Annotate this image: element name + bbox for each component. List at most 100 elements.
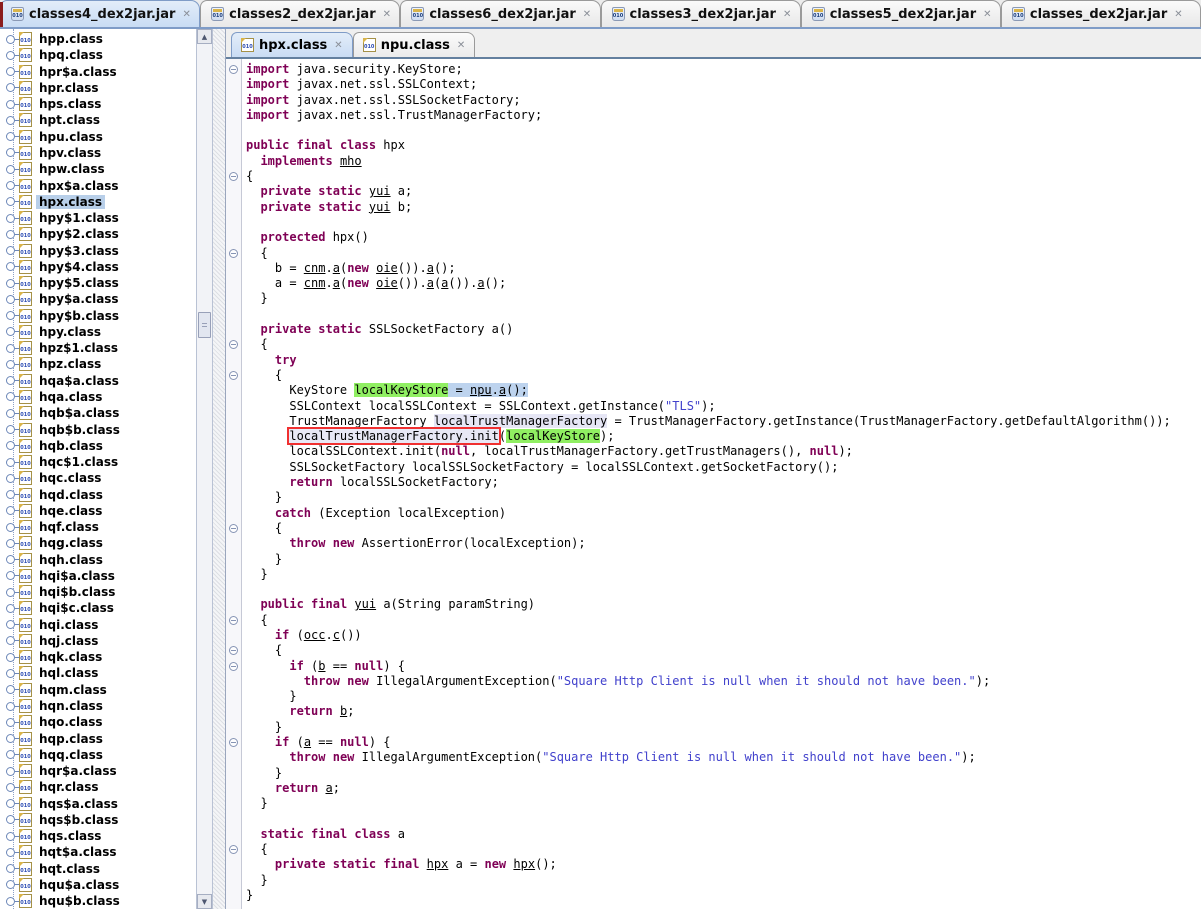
fold-collapse-icon[interactable] (229, 371, 238, 380)
code-link[interactable]: npu (470, 383, 492, 397)
tree-expander-icon[interactable] (6, 718, 15, 727)
code-link[interactable]: mho (340, 154, 362, 168)
tree-expander-icon[interactable] (6, 490, 15, 499)
tree-expander-icon[interactable] (6, 458, 15, 467)
code-link[interactable]: a (477, 276, 484, 290)
tree-expander-icon[interactable] (6, 750, 15, 759)
panel-splitter[interactable] (213, 29, 226, 909)
close-icon[interactable]: ✕ (1174, 9, 1182, 20)
tree-item-hpx.class[interactable]: 010hpx.class (0, 194, 196, 210)
code-link[interactable]: a (304, 735, 311, 749)
tree-expander-icon[interactable] (6, 653, 15, 662)
code-link[interactable]: cnm (304, 276, 326, 290)
tree-expander-icon[interactable] (6, 555, 15, 564)
tree-expander-icon[interactable] (6, 441, 15, 450)
tree-expander-icon[interactable] (6, 132, 15, 141)
code-link[interactable]: yui (354, 597, 376, 611)
tree-expander-icon[interactable] (6, 425, 15, 434)
tree-expander-icon[interactable] (6, 181, 15, 190)
tree-expander-icon[interactable] (6, 864, 15, 873)
jar-tab-classes6_dex2jar.jar[interactable]: 010classes6_dex2jar.jar✕ (400, 0, 600, 27)
fold-collapse-icon[interactable] (229, 65, 238, 74)
tree-item-hpy$5.class[interactable]: 010hpy$5.class (0, 275, 196, 291)
tree-item-hpy$1.class[interactable]: 010hpy$1.class (0, 210, 196, 226)
code-link[interactable]: hpx (513, 857, 535, 871)
tree-item-hpr.class[interactable]: 010hpr.class (0, 80, 196, 96)
tree-item-hpy$4.class[interactable]: 010hpy$4.class (0, 259, 196, 275)
tree-expander-icon[interactable] (6, 669, 15, 678)
tree-item-hqs$b.class[interactable]: 010hqs$b.class (0, 812, 196, 828)
tree-expander-icon[interactable] (6, 604, 15, 613)
close-icon[interactable]: ✕ (182, 9, 190, 20)
tree-item-hqb.class[interactable]: 010hqb.class (0, 438, 196, 454)
code-link[interactable]: a (333, 261, 340, 275)
tree-expander-icon[interactable] (6, 230, 15, 239)
tree-expander-icon[interactable] (6, 506, 15, 515)
tree-expander-icon[interactable] (6, 116, 15, 125)
close-icon[interactable]: ✕ (457, 40, 465, 51)
tree-item-hqa$a.class[interactable]: 010hqa$a.class (0, 373, 196, 389)
tree-expander-icon[interactable] (6, 327, 15, 336)
tree-expander-icon[interactable] (6, 848, 15, 857)
tree-expander-icon[interactable] (6, 734, 15, 743)
close-icon[interactable]: ✕ (583, 9, 591, 20)
close-icon[interactable]: ✕ (334, 40, 342, 51)
code-link[interactable]: c (333, 628, 340, 642)
tree-scrollbar[interactable]: ▲ ▼ (196, 29, 213, 909)
tree-item-hpu.class[interactable]: 010hpu.class (0, 129, 196, 145)
tree-expander-icon[interactable] (6, 344, 15, 353)
fold-collapse-icon[interactable] (229, 845, 238, 854)
code-link[interactable]: yui (369, 184, 391, 198)
tree-item-hpy$b.class[interactable]: 010hpy$b.class (0, 308, 196, 324)
tree-expander-icon[interactable] (6, 51, 15, 60)
tree-expander-icon[interactable] (6, 523, 15, 532)
tree-item-hqc$1.class[interactable]: 010hqc$1.class (0, 454, 196, 470)
tree-expander-icon[interactable] (6, 165, 15, 174)
tree-item-hqr.class[interactable]: 010hqr.class (0, 779, 196, 795)
tree-expander-icon[interactable] (6, 702, 15, 711)
tree-expander-icon[interactable] (6, 571, 15, 580)
tree-item-hpy$a.class[interactable]: 010hpy$a.class (0, 291, 196, 307)
tree-item-hpy$2.class[interactable]: 010hpy$2.class (0, 226, 196, 242)
tree-expander-icon[interactable] (6, 392, 15, 401)
tree-item-hqu$b.class[interactable]: 010hqu$b.class (0, 893, 196, 909)
tree-item-hqs$a.class[interactable]: 010hqs$a.class (0, 795, 196, 811)
tree-expander-icon[interactable] (6, 815, 15, 824)
tree-expander-icon[interactable] (6, 588, 15, 597)
tree-item-hqi.class[interactable]: 010hqi.class (0, 617, 196, 633)
tree-item-hqe.class[interactable]: 010hqe.class (0, 503, 196, 519)
fold-collapse-icon[interactable] (229, 616, 238, 625)
tree-item-hpv.class[interactable]: 010hpv.class (0, 145, 196, 161)
tree-expander-icon[interactable] (6, 783, 15, 792)
code-link[interactable]: hpx (427, 857, 449, 871)
tree-expander-icon[interactable] (6, 409, 15, 418)
scrollbar-up-button[interactable]: ▲ (197, 29, 212, 44)
code-link[interactable]: a (333, 276, 340, 290)
tree-expander-icon[interactable] (6, 897, 15, 906)
tree-item-hqi$a.class[interactable]: 010hqi$a.class (0, 568, 196, 584)
fold-collapse-icon[interactable] (229, 172, 238, 181)
tree-expander-icon[interactable] (6, 279, 15, 288)
tree-expander-icon[interactable] (6, 685, 15, 694)
tree-expander-icon[interactable] (6, 376, 15, 385)
tree-item-hpt.class[interactable]: 010hpt.class (0, 112, 196, 128)
fold-collapse-icon[interactable] (229, 340, 238, 349)
code-link[interactable]: a (427, 276, 434, 290)
tree-expander-icon[interactable] (6, 360, 15, 369)
close-icon[interactable]: ✕ (783, 9, 791, 20)
fold-collapse-icon[interactable] (229, 524, 238, 533)
tree-expander-icon[interactable] (6, 148, 15, 157)
tree-item-hqs.class[interactable]: 010hqs.class (0, 828, 196, 844)
tree-item-hqd.class[interactable]: 010hqd.class (0, 486, 196, 502)
tree-item-hqb$b.class[interactable]: 010hqb$b.class (0, 421, 196, 437)
tree-item-hqr$a.class[interactable]: 010hqr$a.class (0, 763, 196, 779)
tree-item-hqi$b.class[interactable]: 010hqi$b.class (0, 584, 196, 600)
code-link[interactable]: occ (304, 628, 326, 642)
tree-item-hqg.class[interactable]: 010hqg.class (0, 535, 196, 551)
jar-tab-classes2_dex2jar.jar[interactable]: 010classes2_dex2jar.jar✕ (200, 0, 400, 27)
tree-item-hqc.class[interactable]: 010hqc.class (0, 470, 196, 486)
tree-expander-icon[interactable] (6, 67, 15, 76)
tree-item-hpp.class[interactable]: 010hpp.class (0, 31, 196, 47)
tree-item-hqm.class[interactable]: 010hqm.class (0, 682, 196, 698)
tree-expander-icon[interactable] (6, 197, 15, 206)
